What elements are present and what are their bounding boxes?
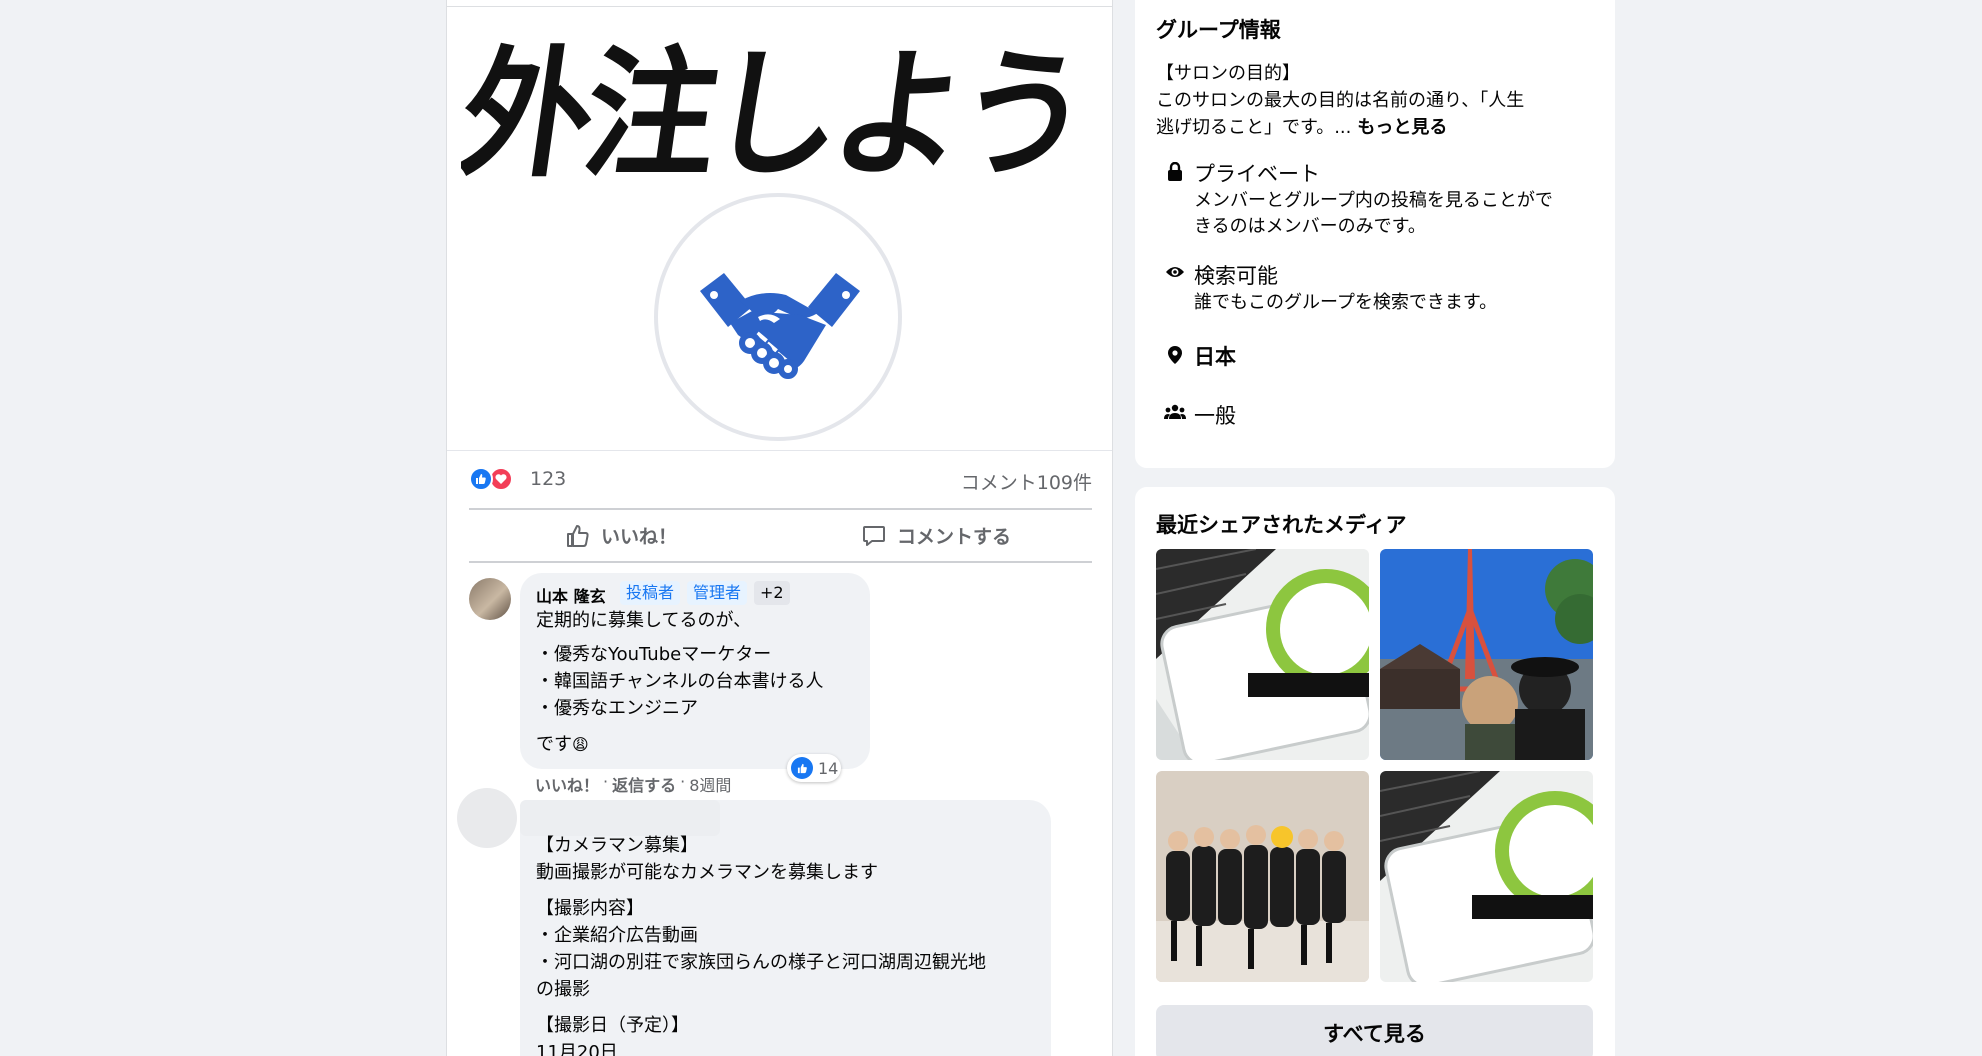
separator: · [603,772,609,791]
post-actions: いいね！ コメントする [469,508,1092,563]
comment-bubble: 山本 隆玄 投稿者 管理者 +2 定期的に募集してるのが、 ・優秀なYouTub… [520,573,870,769]
media-thumbnail[interactable] [1380,549,1593,760]
location-pin-icon [1156,341,1194,371]
visibility-title: 検索可能 [1194,264,1278,288]
post-card: 外注しよう 外注しよう [446,0,1113,1056]
description-line: 【サロンの目的】 [1156,63,1300,84]
badge-poster: 投稿者 [620,581,681,605]
author-name-placeholder [520,800,720,836]
privacy-desc: メンバーとグループ内の投稿を見ることがで [1194,190,1553,211]
comment-button-label: コメントする [897,526,1012,548]
post-image[interactable]: 外注しよう 外注しよう [447,7,1112,450]
like-button-label: いいね！ [601,526,678,548]
comment-text-line: 【カメラマン募集】 [536,835,698,856]
comment-text-line: ・企業紹介広告動画 [536,925,698,946]
comment-text-line: 動画撮影が可能なカメラマンを募集します [536,862,878,883]
badge-more[interactable]: +2 [754,581,790,605]
media-thumbnail[interactable] [1156,771,1369,982]
description-line: 逃げ切ること」です。... [1156,117,1352,138]
reaction-count[interactable]: 123 [530,468,566,490]
people-icon [1156,400,1194,430]
location-row: 日本 [1156,341,1236,371]
comment-meta: いいね！ · 返信する · 8週間 [535,772,731,796]
handshake-logo [654,193,902,441]
comment-text-line: ・韓国語チャンネルの台本書ける人 [536,671,824,692]
comment-text-line: ・優秀なYouTubeマーケター [536,644,772,665]
category-text: 一般 [1194,404,1236,428]
comment-text-desu: です [536,734,572,755]
description-line: このサロンの最大の目的は名前の通り、「人生 [1156,90,1525,111]
description-line-last: 逃げ切ること」です。... もっと見る [1156,114,1596,141]
comment-like-count[interactable]: 14 [787,754,841,782]
comment-text-line: ・河口湖の別荘で家族団らんの様子と河口湖周辺観光地 [536,952,986,973]
comment-author[interactable]: 山本 隆玄 [536,583,606,607]
comment-text-line: です😩 [536,731,589,758]
avatar-placeholder[interactable] [457,788,517,848]
media-thumbnail[interactable] [1380,771,1593,982]
comment-text-line: 11月20日 [536,1042,618,1056]
privacy-title: プライベート [1194,162,1320,186]
comment-timestamp[interactable]: 8週間 [689,772,731,796]
recent-media-card: 最近シェアされたメディア すべて見る [1135,487,1615,1056]
comment-text-line: ・優秀なエンジニア [536,698,698,719]
like-reaction-icon [469,467,493,491]
eye-icon [1156,260,1194,316]
separator: · [680,772,686,791]
comment-button[interactable]: コメントする [861,510,1011,561]
privacy-row: プライベート メンバーとグループ内の投稿を見ることがで きるのはメンバーのみです… [1156,158,1553,240]
comment-text-line: 【撮影内容】 [536,898,644,919]
comment-bubble: 【カメラマン募集】 動画撮影が可能なカメラマンを募集します 【撮影内容】 ・企業… [520,800,1051,1056]
comment-reply-link[interactable]: 返信する [612,772,676,796]
media-grid [1156,549,1593,985]
badge-admin: 管理者 [687,581,748,605]
comment-count[interactable]: コメント109件 [961,468,1092,495]
handshake-icon [700,273,860,379]
weary-face-emoji: 😩 [572,735,589,754]
group-info-card: グループ情報 【サロンの目的】 このサロンの最大の目的は名前の通り、「人生 逃げ… [1135,0,1615,468]
comment-icon [863,525,885,546]
svg-text:外注しよう: 外注しよう [461,37,1093,177]
group-info-title: グループ情報 [1156,18,1281,42]
reactions-row: 123 コメント109件 [469,461,1092,497]
media-thumbnail[interactable] [1156,549,1369,760]
see-more-link[interactable]: もっと見る [1357,117,1447,138]
category-row: 一般 [1156,400,1236,430]
reaction-icons[interactable] [469,467,521,493]
see-all-button[interactable]: すべて見る [1156,1005,1593,1056]
location-text[interactable]: 日本 [1194,341,1236,371]
comment-text-line: 定期的に募集してるのが、 [536,610,752,631]
divider [447,450,1112,451]
comment-text-line: 【撮影日（予定）】 [536,1015,689,1036]
comment-like-number: 14 [818,758,839,778]
comment-like-link[interactable]: いいね！ [535,772,599,796]
thumbs-up-icon [567,524,589,547]
lock-icon [1156,158,1194,240]
visibility-row: 検索可能 誰でもこのグループを検索できます。 [1156,260,1497,316]
privacy-desc: きるのはメンバーのみです。 [1194,216,1426,237]
like-reaction-icon [791,757,813,779]
post-image-title-art: 外注しよう 外注しよう [461,37,1093,177]
group-description: 【サロンの目的】 このサロンの最大の目的は名前の通り、「人生 逃げ切ること」です… [1156,60,1596,141]
avatar[interactable] [469,578,511,620]
media-title: 最近シェアされたメディア [1156,513,1407,537]
comment-text-line: の撮影 [536,979,590,1000]
visibility-desc: 誰でもこのグループを検索できます。 [1194,292,1498,313]
like-button[interactable]: いいね！ [565,510,677,561]
